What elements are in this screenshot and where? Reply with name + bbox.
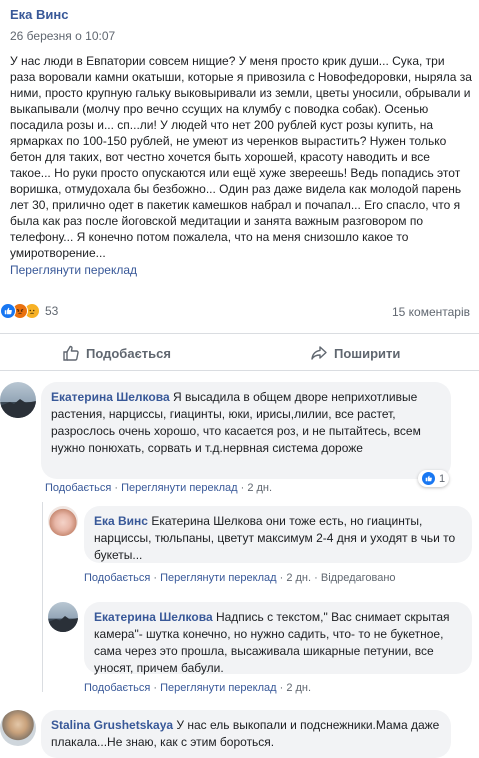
- comment: Stalina Grushetskaya У нас ель выкопали …: [0, 710, 451, 758]
- separator: ·: [314, 572, 318, 584]
- comment-author[interactable]: Екатерина Шелкова: [51, 390, 170, 404]
- avatar[interactable]: [0, 382, 36, 418]
- comment-meta: Подобається · Переглянути переклад · 2 д…: [45, 482, 272, 494]
- separator: ·: [114, 482, 119, 494]
- reactions-summary[interactable]: 53: [0, 303, 58, 319]
- separator: ·: [279, 572, 284, 584]
- reaction-count: 53: [45, 304, 59, 318]
- post-author[interactable]: Ека Винс: [10, 7, 115, 22]
- reply-bubble: Ека Винс Екатерина Шелкова они тоже есть…: [84, 506, 472, 563]
- thumbs-up-icon: [62, 344, 80, 362]
- comments-count-link[interactable]: 15 коментарів: [392, 305, 470, 319]
- reply-author[interactable]: Екатерина Шелкова: [94, 610, 213, 624]
- separator: ·: [153, 682, 158, 694]
- post-body: У нас люди в Евпатории совсем нищие? У м…: [10, 53, 472, 278]
- reply-like-link[interactable]: Подобається: [84, 682, 150, 694]
- share-button[interactable]: Поширити: [310, 344, 400, 362]
- avatar[interactable]: [48, 602, 78, 632]
- reply-author[interactable]: Ека Винс: [94, 514, 148, 528]
- reply-translate-link[interactable]: Переглянути переклад: [160, 682, 276, 694]
- reply-time[interactable]: 2 дн.: [286, 682, 311, 694]
- reply-like-link[interactable]: Подобається: [84, 572, 150, 584]
- comment-author[interactable]: Stalina Grushetskaya: [51, 718, 173, 732]
- comment-like-link[interactable]: Подобається: [45, 482, 111, 494]
- post-text: У нас люди в Евпатории совсем нищие? У м…: [10, 54, 472, 260]
- post-timestamp[interactable]: 26 березня о 10:07: [10, 29, 115, 43]
- comment-reaction-count: 1: [439, 472, 446, 485]
- like-reaction-icon: [422, 472, 435, 485]
- comment-reaction-badge[interactable]: 1: [418, 470, 450, 487]
- comment-time[interactable]: 2 дн.: [247, 482, 272, 494]
- post-header: Ека Винс 26 березня о 10:07: [10, 7, 115, 43]
- reply-time[interactable]: 2 дн.: [286, 572, 311, 584]
- edited-label[interactable]: Відредаговано: [321, 572, 396, 584]
- reply-bubble: Екатерина Шелкова Надпись с текстом," Ва…: [84, 602, 472, 675]
- avatar[interactable]: [48, 506, 78, 536]
- comment-bubble: Stalina Grushetskaya У нас ель выкопали …: [41, 710, 451, 758]
- reply-text: Екатерина Шелкова они тоже есть, но гиац…: [94, 514, 456, 562]
- avatar[interactable]: [0, 710, 36, 746]
- reply-meta: Подобається · Переглянути переклад · 2 д…: [84, 682, 311, 694]
- separator: ·: [153, 572, 158, 584]
- reply: Екатерина Шелкова Надпись с текстом," Ва…: [48, 602, 472, 675]
- separator: ·: [279, 682, 284, 694]
- reply-thread-line: [42, 502, 43, 692]
- share-arrow-icon: [310, 344, 328, 362]
- comment: Екатерина Шелкова Я высадила в общем дво…: [0, 382, 451, 479]
- divider-bottom: [0, 370, 479, 371]
- like-reaction-icon: [0, 303, 16, 319]
- comment-translate-link[interactable]: Переглянути переклад: [121, 482, 237, 494]
- like-button[interactable]: Подобається: [62, 344, 171, 362]
- like-button-label: Подобається: [86, 345, 171, 361]
- reply-translate-link[interactable]: Переглянути переклад: [160, 572, 276, 584]
- reply-meta: Подобається · Переглянути переклад · 2 д…: [84, 572, 396, 584]
- share-button-label: Поширити: [334, 345, 401, 361]
- divider-top: [0, 333, 479, 334]
- reply: Ека Винс Екатерина Шелкова они тоже есть…: [48, 506, 472, 563]
- separator: ·: [240, 482, 245, 494]
- comment-bubble: Екатерина Шелкова Я высадила в общем дво…: [41, 382, 451, 479]
- post-translate-link[interactable]: Переглянути переклад: [10, 262, 472, 278]
